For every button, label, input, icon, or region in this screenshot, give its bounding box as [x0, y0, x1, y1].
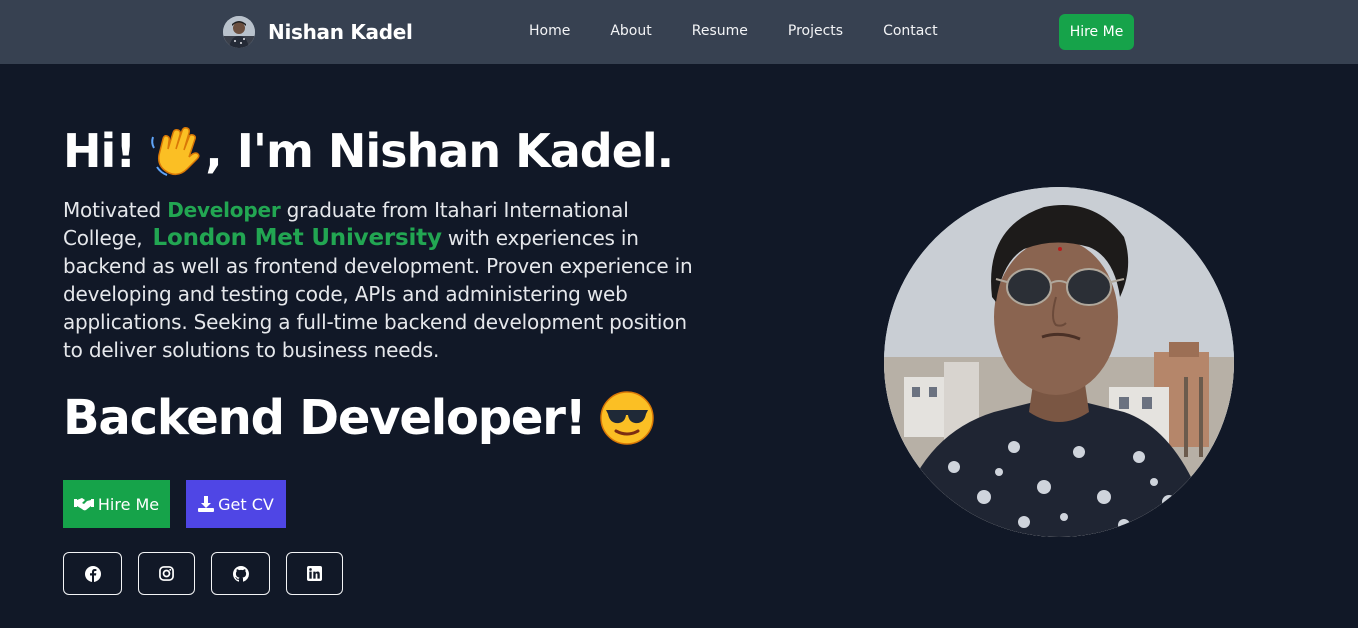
linkedin-button[interactable]	[286, 552, 343, 595]
hero-greeting: Hi! , I'm Nishan Kadel.	[63, 120, 674, 182]
instagram-icon	[159, 566, 174, 581]
hero-intro: Motivated Developer graduate from Itahar…	[63, 196, 703, 364]
get-cv-button[interactable]: Get CV	[186, 480, 286, 528]
brand[interactable]: Nishan Kadel	[223, 16, 413, 48]
nav-links: Home About Resume Projects Contact	[529, 21, 938, 41]
sunglasses-face-icon	[600, 391, 655, 445]
role-title-text: Backend Developer!	[63, 390, 587, 446]
nav-link-home[interactable]: Home	[529, 21, 570, 41]
navbar: Nishan Kadel Home About Resume Projects …	[0, 0, 1358, 64]
facebook-button[interactable]	[63, 552, 122, 595]
intro-part1: Motivated	[63, 198, 168, 222]
nav-link-contact[interactable]: Contact	[883, 21, 937, 41]
waving-hand-icon	[151, 127, 200, 176]
greeting-suffix: , I'm Nishan Kadel.	[205, 124, 674, 178]
nav-hire-button[interactable]: Hire Me	[1059, 14, 1134, 50]
hire-button-label: Hire Me	[97, 494, 160, 514]
nav-link-about[interactable]: About	[610, 21, 651, 41]
intro-highlight-developer: Developer	[167, 198, 281, 222]
brand-name: Nishan Kadel	[268, 20, 413, 44]
intro-highlight-university: London Met University	[152, 225, 442, 251]
github-button[interactable]	[211, 552, 270, 595]
profile-photo	[884, 187, 1234, 537]
cv-button-label: Get CV	[218, 494, 274, 514]
greeting-prefix: Hi!	[63, 124, 136, 178]
profile-portrait-image	[884, 187, 1234, 537]
hero-hire-button[interactable]: Hire Me	[63, 480, 170, 528]
brand-avatar	[223, 16, 255, 48]
download-icon	[198, 496, 215, 512]
nav-link-projects[interactable]: Projects	[788, 21, 843, 41]
nav-link-resume[interactable]: Resume	[692, 21, 748, 41]
facebook-icon	[84, 565, 101, 582]
instagram-button[interactable]	[138, 552, 195, 595]
role-title: Backend Developer!	[63, 386, 655, 450]
linkedin-icon	[307, 566, 322, 581]
github-icon	[232, 565, 249, 582]
handshake-icon	[73, 498, 94, 511]
